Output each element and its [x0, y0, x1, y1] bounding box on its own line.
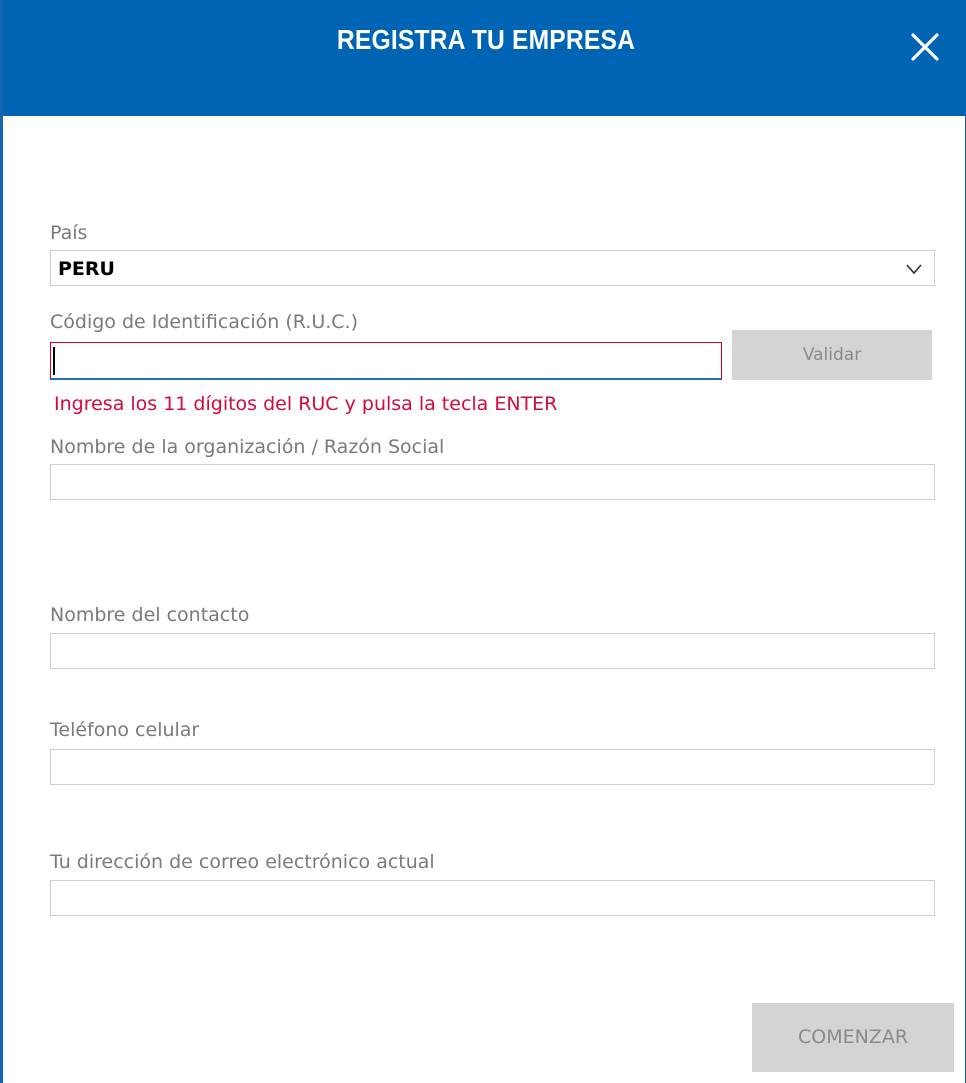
country-selected-value: PERU [58, 258, 115, 280]
email-input[interactable] [50, 880, 935, 916]
ruc-input[interactable] [50, 342, 722, 380]
text-caret [53, 347, 55, 375]
dialog-header: REGISTRA TU EMPRESA [3, 0, 966, 116]
country-select[interactable]: PERU [50, 250, 935, 286]
validate-button[interactable]: Validar [732, 330, 932, 380]
organization-input[interactable] [50, 464, 935, 500]
organization-label: Nombre de la organización / Razón Social [50, 436, 445, 458]
country-label: País [50, 222, 88, 244]
close-icon [911, 33, 939, 61]
email-label: Tu dirección de correo electrónico actua… [50, 851, 435, 873]
close-button[interactable] [908, 30, 942, 64]
contact-input[interactable] [50, 633, 935, 669]
chevron-down-icon [906, 264, 922, 275]
contact-label: Nombre del contacto [50, 604, 250, 626]
phone-label: Teléfono celular [50, 719, 200, 741]
ruc-error-message: Ingresa los 11 dígitos del RUC y pulsa l… [54, 393, 558, 415]
ruc-label: Código de Identificación (R.U.C.) [50, 311, 358, 333]
start-button[interactable]: COMENZAR [752, 1003, 954, 1072]
phone-input[interactable] [50, 749, 935, 785]
dialog-title: REGISTRA TU EMPRESA [336, 24, 636, 55]
register-company-dialog: REGISTRA TU EMPRESA País PERU Código de … [0, 0, 966, 1083]
